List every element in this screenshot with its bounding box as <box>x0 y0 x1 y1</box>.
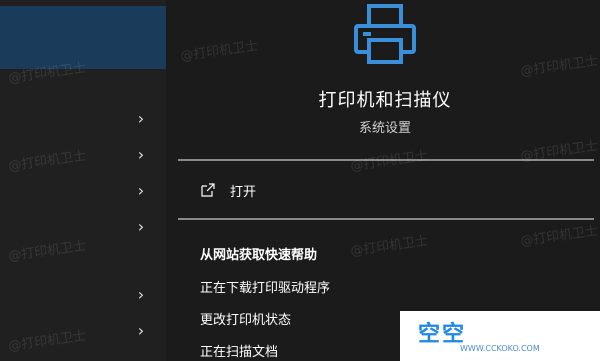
open-label: 打开 <box>230 184 257 200</box>
printer-icon <box>354 4 416 64</box>
help-link-change-status[interactable]: 更改打印机状态 <box>200 309 291 328</box>
chevron-right-icon[interactable]: › <box>134 147 148 163</box>
divider <box>178 218 594 220</box>
logo-url: WWW.CCKOKO.COM <box>460 344 540 353</box>
help-link-download-driver[interactable]: 正在下载打印驱动程序 <box>200 277 330 296</box>
left-nav-panel: › › › › › › <box>0 0 166 361</box>
chevron-right-icon[interactable]: › <box>134 323 148 339</box>
help-link-scanning[interactable]: 正在扫描文档 <box>200 341 278 360</box>
chevron-right-icon[interactable]: › <box>134 219 148 235</box>
open-button[interactable]: 打开 <box>200 178 256 202</box>
chevron-right-icon[interactable]: › <box>134 287 148 303</box>
help-heading: 从网站获取快速帮助 <box>200 248 318 263</box>
logo-text: 空空 <box>418 322 467 347</box>
site-logo: 空空 WWW.CCKOKO.COM <box>400 311 600 361</box>
chevron-right-icon[interactable]: › <box>134 183 148 199</box>
page-subtitle: 系统设置 <box>358 121 411 136</box>
chevron-right-icon[interactable]: › <box>134 111 148 127</box>
open-external-icon <box>201 183 215 197</box>
page-title: 打印机和扫描仪 <box>318 90 452 111</box>
